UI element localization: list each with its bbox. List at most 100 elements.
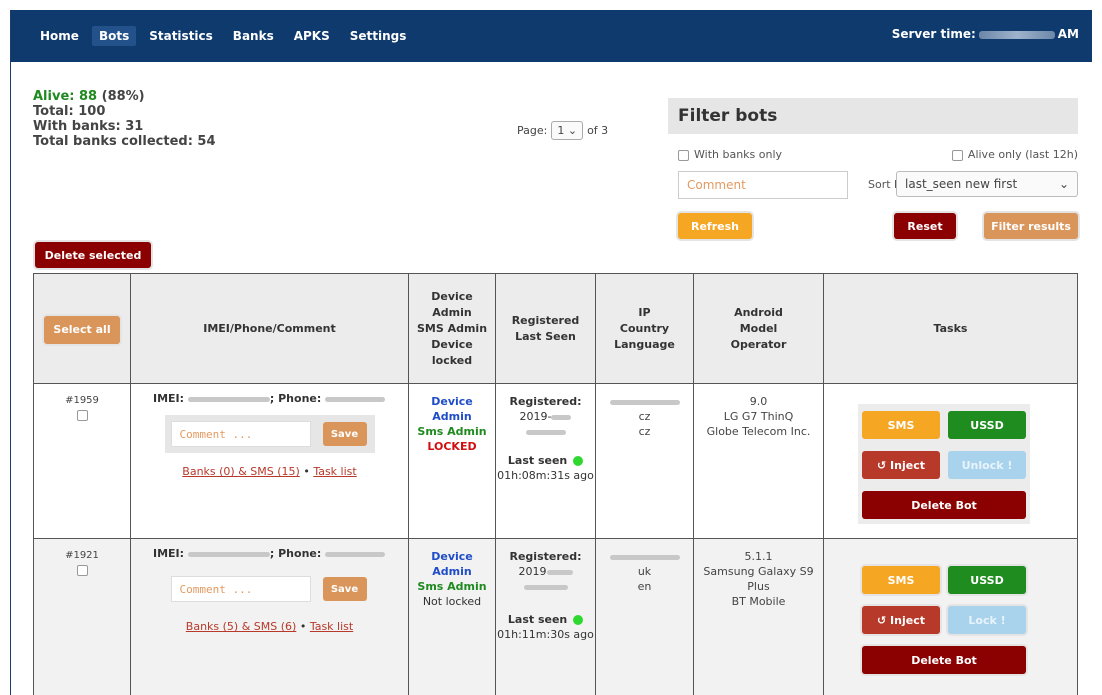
with-banks-filter[interactable]: With banks only — [678, 148, 782, 161]
total-count: Total: 100 — [33, 104, 106, 119]
last-seen-ago: 01h:08m:31s ago — [497, 469, 594, 482]
inject-button[interactable]: ↺ Inject — [862, 451, 940, 479]
country: cz — [638, 410, 651, 423]
sms-admin: Sms Admin — [417, 425, 487, 438]
bot-id: #1921 — [65, 550, 99, 561]
registered-cell: Registered: 2019 Last seen 01h:11m:30s a… — [495, 538, 596, 695]
header-device-3: SMS Admin — [416, 321, 488, 335]
nav-apks[interactable]: APKS — [287, 26, 337, 46]
nav-banks[interactable]: Banks — [226, 26, 281, 46]
unlock-button[interactable]: Unlock ! — [948, 451, 1026, 479]
operator: Globe Telecom Inc. — [706, 425, 811, 438]
comment-input[interactable]: Comment ... — [170, 421, 311, 447]
save-comment-button[interactable]: Save — [322, 577, 367, 601]
task-list-link[interactable]: Task list — [310, 620, 353, 633]
link-separator: • — [296, 620, 310, 633]
header-android-3: Operator — [730, 337, 787, 351]
nav-statistics[interactable]: Statistics — [142, 26, 220, 46]
ussd-button[interactable]: USSD — [948, 566, 1026, 594]
page-current: 1 — [557, 124, 565, 137]
server-time: Server time: AM — [892, 27, 1079, 41]
sms-button[interactable]: SMS — [862, 566, 940, 594]
redacted-date — [546, 569, 573, 575]
comment-filter-input[interactable]: Comment — [678, 171, 848, 199]
sms-admin: Sms Admin — [417, 580, 487, 593]
android-cell: 5.1.1 Samsung Galaxy S9 Plus BT Mobile — [693, 538, 824, 695]
ip-cell: cz cz — [595, 383, 694, 539]
language: cz — [638, 425, 651, 438]
header-registered-2: Last Seen — [515, 329, 576, 343]
inject-button[interactable]: ↺ Inject — [862, 606, 940, 634]
nav-bots[interactable]: Bots — [91, 26, 137, 46]
save-comment-button[interactable]: Save — [322, 422, 367, 446]
tasks-cell: SMS USSD ↺ Inject Unlock ! Delete Bot — [823, 383, 1078, 539]
main-nav: Home Bots Statistics Banks APKS Settings — [33, 26, 413, 46]
banks-sms-link[interactable]: Banks (0) & SMS (15) — [182, 465, 300, 478]
app-frame: Home Bots Statistics Banks APKS Settings… — [10, 10, 1092, 695]
delete-bot-button[interactable]: Delete Bot — [862, 491, 1026, 519]
total-banks-count: Total banks collected: 54 — [33, 134, 216, 149]
filter-panel: Filter bots With banks only Alive only (… — [668, 98, 1078, 246]
sort-select[interactable]: last_seen new first ⌄ — [896, 171, 1078, 197]
redacted-time — [525, 429, 566, 435]
imei-label: IMEI: — [153, 392, 185, 405]
sort-value: last_seen new first — [905, 177, 1018, 191]
ussd-button[interactable]: USSD — [948, 411, 1026, 439]
comment-box: Comment ... Save — [164, 415, 375, 453]
nav-home[interactable]: Home — [33, 26, 86, 46]
top-navbar: Home Bots Statistics Banks APKS Settings… — [11, 10, 1092, 62]
filter-results-button[interactable]: Filter results — [984, 213, 1078, 239]
redacted-phone — [325, 551, 386, 557]
redacted-ip — [609, 399, 680, 405]
language: en — [637, 580, 652, 593]
with-banks-checkbox[interactable] — [678, 149, 689, 161]
header-imei: IMEI/Phone/Comment — [130, 273, 409, 384]
phone-label: ; Phone: — [269, 392, 322, 405]
last-seen-label: Last seen — [507, 454, 568, 467]
delete-bot-button[interactable]: Delete Bot — [862, 646, 1026, 674]
registered-label: Registered: — [509, 395, 582, 408]
delete-selected-button[interactable]: Delete selected — [35, 242, 151, 268]
row-checkbox[interactable] — [76, 410, 88, 421]
device-admin-2: Admin — [432, 565, 472, 578]
chevron-down-icon: ⌄ — [567, 124, 578, 137]
select-all-button[interactable]: Select all — [44, 316, 120, 344]
device-model: LG G7 ThinQ — [723, 410, 794, 423]
header-device-1: Device — [431, 289, 473, 303]
refresh-button[interactable]: Refresh — [678, 213, 752, 239]
sms-button[interactable]: SMS — [862, 411, 940, 439]
registered-date: 2019 — [518, 565, 547, 578]
redacted-ip — [609, 554, 680, 560]
lock-status: LOCKED — [427, 440, 477, 453]
header-tasks: Tasks — [823, 273, 1078, 384]
comment-box: Comment ... Save — [165, 570, 375, 608]
redacted-time — [978, 30, 1055, 39]
last-seen-label: Last seen — [507, 613, 568, 626]
header-device-4: Device — [431, 337, 473, 351]
page-select[interactable]: 1 ⌄ — [551, 121, 584, 140]
task-buttons: SMS USSD ↺ Inject Lock ! Delete Bot — [858, 559, 1030, 679]
operator: BT Mobile — [731, 595, 786, 608]
device-model: Samsung Galaxy S9 Plus — [703, 565, 814, 593]
banks-sms-link[interactable]: Banks (5) & SMS (6) — [186, 620, 297, 633]
country: uk — [637, 565, 652, 578]
row-id-cell: #1959 — [33, 383, 131, 539]
header-android-1: Android — [734, 305, 783, 319]
row-checkbox[interactable] — [76, 565, 88, 576]
nav-settings[interactable]: Settings — [343, 26, 414, 46]
registered-date: 2019- — [519, 410, 552, 423]
header-ip-3: Language — [614, 337, 675, 351]
alive-only-checkbox[interactable] — [951, 149, 963, 161]
online-dot-icon — [573, 456, 584, 466]
table-header-row: Select all IMEI/Phone/Comment Device Adm… — [33, 273, 1078, 384]
page-total: of 3 — [587, 124, 609, 137]
server-time-label: Server time: — [891, 27, 976, 41]
android-cell: 9.0 LG G7 ThinQ Globe Telecom Inc. — [693, 383, 824, 539]
lock-button[interactable]: Lock ! — [948, 606, 1026, 634]
reset-button[interactable]: Reset — [894, 213, 956, 239]
device-admin-1: Device — [431, 395, 473, 408]
comment-input[interactable]: Comment ... — [170, 576, 311, 602]
task-list-link[interactable]: Task list — [313, 465, 356, 478]
header-device-5: locked — [431, 353, 473, 367]
alive-only-filter[interactable]: Alive only (last 12h) — [951, 148, 1078, 161]
